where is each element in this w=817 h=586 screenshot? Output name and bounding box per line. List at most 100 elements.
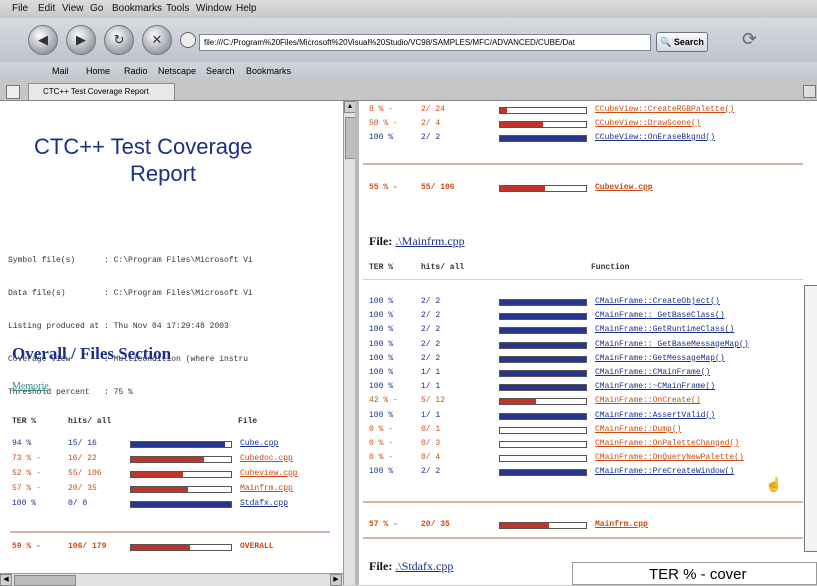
throbber-icon: ⟳: [742, 29, 758, 49]
ter-value: 100 %: [369, 410, 394, 420]
file-heading-mainfrm: File: .\Mainfrm.cpp: [369, 234, 465, 249]
file-link[interactable]: Stdafx.cpp: [240, 499, 288, 508]
back-button[interactable]: ◀: [28, 25, 58, 55]
coverage-bar: [130, 441, 232, 448]
new-tab-icon[interactable]: [6, 85, 20, 99]
ter-value: 50 % -: [369, 119, 398, 128]
ter-value: 100 %: [369, 311, 394, 321]
info-row: Data file(s) : C:\Program Files\Microsof…: [8, 288, 253, 299]
hits-value: 1/ 1: [421, 410, 441, 420]
function-link[interactable]: CCubeView::DrawScene(): [595, 119, 701, 128]
function-link[interactable]: CMainFrame::CMainFrame(): [595, 368, 710, 377]
ter-value: 100 %: [369, 368, 394, 377]
col-hits-header: hits/ all: [68, 417, 112, 426]
function-link[interactable]: CMainFrame::OnQueryNewPalette(): [595, 453, 744, 462]
file-link[interactable]: Cubedoc.cpp: [240, 454, 293, 463]
home-button[interactable]: [180, 32, 196, 48]
ter-value: 100 %: [369, 467, 394, 477]
coverage-bar: [499, 355, 587, 363]
function-link[interactable]: CMainFrame::GetMessageMap(): [595, 354, 725, 363]
coverage-bar-fill: [131, 457, 204, 462]
close-tab-icon[interactable]: [803, 85, 816, 98]
hits-value: 0/ 0: [68, 499, 88, 508]
ter-value: 57 % -: [12, 484, 41, 493]
forward-button[interactable]: ▶: [66, 25, 96, 55]
file-link[interactable]: Cube.cpp: [240, 439, 278, 448]
menu-item-bookmarks[interactable]: Bookmarks: [112, 3, 162, 14]
file-heading-stdafx: File: .\Stdafx.cpp: [369, 559, 453, 574]
hits-value: 2/ 4: [421, 119, 441, 128]
bookmark-home[interactable]: Home: [86, 66, 110, 76]
function-link[interactable]: CCubeView::CreateRGBPalette(): [595, 105, 734, 114]
file-heading-link[interactable]: .\Stdafx.cpp: [395, 559, 453, 573]
coverage-bar: [499, 426, 587, 434]
coverage-bar: [130, 456, 232, 463]
bookmark-netscape[interactable]: Netscape: [158, 66, 196, 76]
function-link[interactable]: CMainFrame::Dump(): [595, 425, 681, 434]
search-button-label: Search: [673, 37, 704, 47]
divider: [363, 279, 803, 280]
coverage-bar: [499, 398, 587, 406]
hscroll-thumb[interactable]: [14, 575, 76, 586]
hits-value: 5/ 12: [421, 396, 446, 406]
function-link[interactable]: CMainFrame::GetRuntimeClass(): [595, 325, 734, 334]
menu-item-view[interactable]: View: [62, 3, 84, 14]
file-summary-link[interactable]: Cubeview.cpp: [595, 183, 653, 192]
navigation-toolbar: ◀ ▶ ↻ ✕ file:///C:/Program%20Files/Micro…: [0, 18, 817, 62]
coverage-bar-fill: [500, 108, 507, 113]
hits-value: 20/ 35: [421, 520, 450, 529]
overlay-panel: [804, 285, 817, 552]
function-link[interactable]: CMainFrame:: GetBaseMessageMap(): [595, 340, 749, 349]
info-row: Symbol file(s) : C:\Program Files\Micros…: [8, 255, 253, 266]
left-frame: CTC++ Test Coverage Report Symbol file(s…: [0, 101, 343, 573]
menu-item-window[interactable]: Window: [196, 3, 232, 14]
coverage-bar-fill: [500, 122, 543, 127]
function-link[interactable]: CCubeView::OnEraseBkgnd(): [595, 133, 715, 142]
info-value: : 75 %: [104, 388, 133, 397]
file-link[interactable]: Mainfrm.cpp: [240, 484, 293, 493]
left-horizontal-scrollbar[interactable]: ◀ ▶: [0, 573, 343, 586]
menu-item-edit[interactable]: Edit: [38, 3, 55, 14]
section-title: Overall / Files Section: [12, 344, 172, 363]
bookmark-search[interactable]: Search: [206, 66, 235, 76]
function-link[interactable]: CMainFrame:: GetBaseClass(): [595, 311, 725, 320]
coverage-bar-fill: [131, 487, 188, 492]
url-input[interactable]: file:///C:/Program%20Files/Microsoft%20V…: [199, 34, 651, 51]
overall-label: OVERALL: [240, 542, 274, 551]
ter-value: 59 % -: [12, 542, 41, 551]
coverage-bar: [499, 441, 587, 448]
function-link[interactable]: CMainFrame::CreateObject(): [595, 297, 720, 306]
function-link[interactable]: CMainFrame::AssertValid(): [595, 411, 715, 420]
report-title-line2: Report: [130, 161, 197, 186]
memorie-link[interactable]: Memorie: [12, 381, 49, 392]
function-link[interactable]: CMainFrame::OnPaletteChanged(): [595, 439, 739, 448]
menu-item-tools[interactable]: Tools: [166, 3, 189, 14]
bookmark-bookmarks[interactable]: Bookmarks: [246, 66, 291, 76]
scroll-left-arrow-icon[interactable]: ◀: [0, 574, 12, 586]
hits-value: 0/ 1: [421, 424, 441, 434]
function-link[interactable]: CMainFrame::PreCreateWindow(): [595, 467, 734, 476]
coverage-bar: [130, 486, 232, 493]
hits-value: 2/ 2: [421, 339, 441, 349]
tab-coverage-report[interactable]: CTC++ Test Coverage Report: [28, 83, 175, 100]
col-file-header: File: [238, 417, 258, 426]
function-link[interactable]: CMainFrame::OnCreate(): [595, 396, 701, 405]
reload-button[interactable]: ↻: [104, 25, 134, 55]
stop-button[interactable]: ✕: [142, 25, 172, 55]
tab-title: CTC++ Test Coverage Report: [43, 87, 149, 96]
bookmark-mail[interactable]: Mail: [52, 66, 69, 76]
file-summary-link[interactable]: Mainfrm.cpp: [595, 520, 648, 529]
search-button[interactable]: 🔍 Search: [656, 32, 708, 52]
hits-value: 2/ 2: [421, 297, 441, 306]
function-link[interactable]: CMainFrame::~CMainFrame(): [595, 382, 715, 391]
scroll-right-arrow-icon[interactable]: ▶: [330, 574, 342, 586]
file-link[interactable]: Cubeview.cpp: [240, 469, 298, 478]
ter-value: 94 %: [12, 439, 32, 448]
hits-value: 2/ 2: [421, 325, 441, 335]
menu-item-go[interactable]: Go: [90, 3, 103, 14]
file-heading-link[interactable]: .\Mainfrm.cpp: [395, 234, 464, 248]
bookmark-radio[interactable]: Radio: [124, 66, 148, 76]
menu-item-help[interactable]: Help: [236, 3, 257, 14]
menu-item-file[interactable]: File: [12, 3, 28, 14]
coverage-bar-fill: [500, 371, 586, 376]
